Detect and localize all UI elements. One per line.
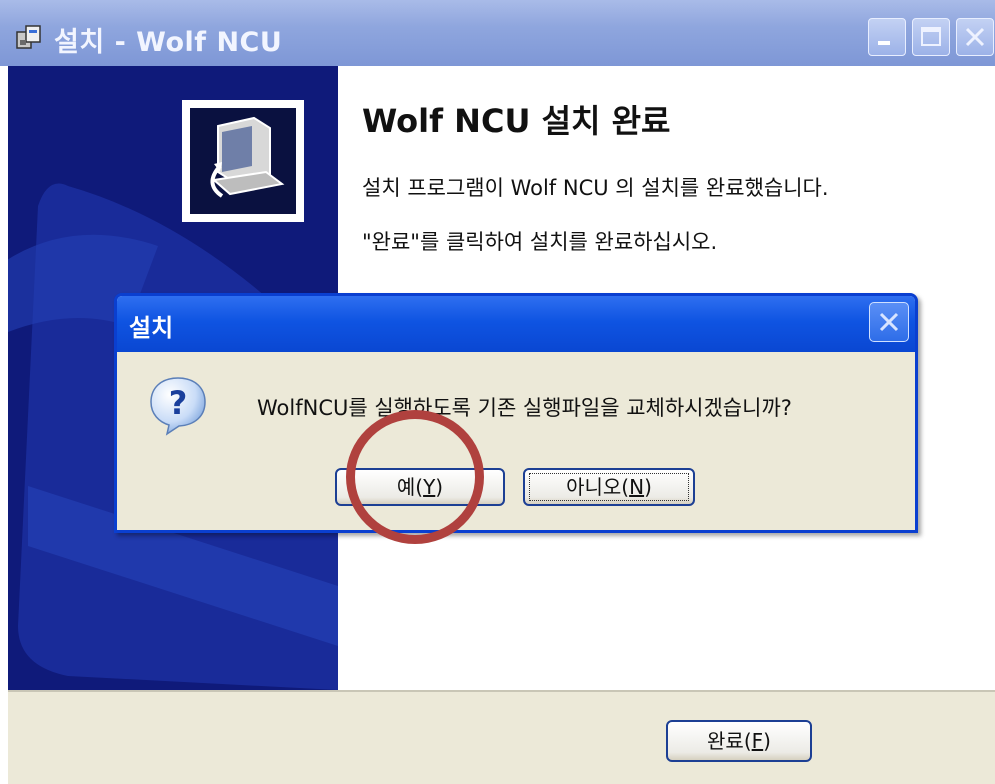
close-icon (879, 312, 899, 332)
dialog-close-button[interactable] (869, 302, 909, 342)
minimize-icon (878, 41, 890, 45)
finish-button[interactable]: 완료(F) (666, 720, 812, 762)
completion-heading: Wolf NCU 설치 완료 (362, 102, 671, 140)
window-title: 설치 - Wolf NCU (54, 27, 283, 58)
installer-window: 설치 - Wolf NCU Wolf NCU 설치 완료 설치 프로그램이 Wo… (0, 0, 995, 784)
close-button[interactable] (956, 18, 994, 56)
close-icon (965, 27, 985, 47)
svg-text:?: ? (169, 384, 188, 422)
minimize-button[interactable] (868, 18, 906, 56)
dialog-title: 설치 (129, 314, 174, 342)
installer-icon (16, 25, 41, 49)
wizard-footer (8, 690, 995, 784)
finish-button-label: 완료(F) (707, 729, 771, 753)
no-button[interactable]: 아니오(N) (523, 468, 695, 506)
focus-indicator (529, 473, 689, 501)
finish-instruction: "완료"를 클릭하여 설치를 완료하십시오. (362, 230, 718, 254)
maximize-icon (921, 27, 941, 46)
window-titlebar[interactable]: 설치 - Wolf NCU (0, 0, 995, 66)
dialog-titlebar[interactable]: 설치 (117, 296, 915, 352)
completion-message: 설치 프로그램이 Wolf NCU 의 설치를 완료했습니다. (362, 176, 829, 200)
question-icon: ? (150, 377, 206, 436)
highlight-circle-annotation (346, 410, 484, 544)
replace-confirm-dialog: 설치 ? WolfNCU를 실행하도록 기존 실행파일을 교체하시겠습니까? 예… (114, 293, 918, 533)
dialog-message: WolfNCU를 실행하도록 기존 실행파일을 교체하시겠습니까? (257, 396, 792, 420)
maximize-button[interactable] (912, 18, 950, 56)
